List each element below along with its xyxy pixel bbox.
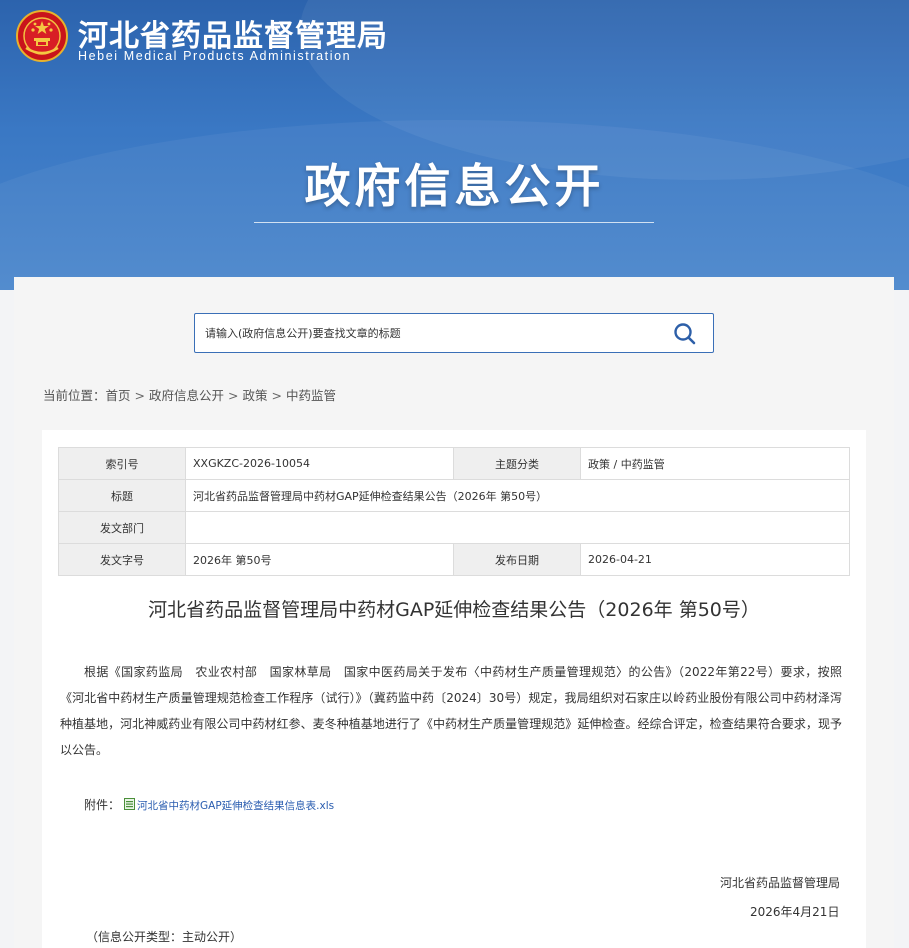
title-label: 标题 (58, 479, 186, 512)
table-row: 发文字号 2026年 第50号 发布日期 2026-04-21 (58, 543, 850, 576)
national-emblem-icon (16, 10, 68, 62)
search-icon[interactable] (672, 321, 698, 347)
search-box (194, 313, 714, 353)
breadcrumb-separator: > (228, 388, 239, 403)
breadcrumb-prefix: 当前位置： (43, 388, 106, 403)
table-row: 标题 河北省药品监督管理局中药材GAP延伸检查结果公告（2026年 第50号） (58, 479, 850, 512)
signature-date: 2026年4月21日 (750, 905, 840, 919)
breadcrumb-home[interactable]: 首页 (106, 388, 131, 403)
dept-value (185, 511, 850, 544)
signature-org: 河北省药品监督管理局 (720, 876, 841, 890)
docno-value: 2026年 第50号 (185, 543, 454, 576)
title-value: 河北省药品监督管理局中药材GAP延伸检查结果公告（2026年 第50号） (185, 479, 850, 512)
breadcrumb: 当前位置：首页 > 政府信息公开 > 政策 > 中药监管 (43, 385, 336, 404)
section-title: 政府信息公开 (304, 159, 605, 213)
article-body: 根据《国家药监局 农业农村部 国家林草局 国家中医药局关于发布〈中药材生产质量管… (60, 665, 842, 757)
docno-label: 发文字号 (58, 543, 186, 576)
breadcrumb-tcm-supervision[interactable]: 中药监管 (286, 388, 336, 403)
attachment-link[interactable]: 河北省中药材GAP延伸检查结果信息表.xls (137, 800, 334, 812)
breadcrumb-policy[interactable]: 政策 (243, 388, 268, 403)
attachment-label: 附件： (84, 798, 121, 812)
attachment: 附件： 河北省中药材GAP延伸检查结果信息表.xls (84, 796, 334, 813)
table-row: 发文部门 (58, 511, 850, 544)
title-divider (254, 222, 654, 223)
table-row: 索引号 XXGKZC-2026-10054 主题分类 政策 / 中药监管 (58, 447, 850, 480)
index-value: XXGKZC-2026-10054 (185, 447, 454, 480)
breadcrumb-separator: > (134, 388, 146, 403)
disclosure-type: （信息公开类型：主动公开） (86, 930, 243, 944)
metadata-table: 索引号 XXGKZC-2026-10054 主题分类 政策 / 中药监管 标题 … (58, 447, 850, 576)
topic-value: 政策 / 中药监管 (580, 447, 850, 480)
excel-file-icon (124, 798, 136, 810)
dept-label: 发文部门 (58, 511, 186, 544)
index-label: 索引号 (58, 447, 186, 480)
org-name-en: Hebei Medical Products Administration (78, 49, 352, 63)
date-value: 2026-04-21 (580, 543, 850, 576)
breadcrumb-gov-info[interactable]: 政府信息公开 (149, 388, 224, 403)
article-title: 河北省药品监督管理局中药材GAP延伸检查结果公告（2026年 第50号） (148, 599, 760, 621)
breadcrumb-separator: > (271, 388, 283, 403)
date-label: 发布日期 (453, 543, 581, 576)
topic-label: 主题分类 (453, 447, 581, 480)
search-input[interactable] (205, 323, 645, 343)
